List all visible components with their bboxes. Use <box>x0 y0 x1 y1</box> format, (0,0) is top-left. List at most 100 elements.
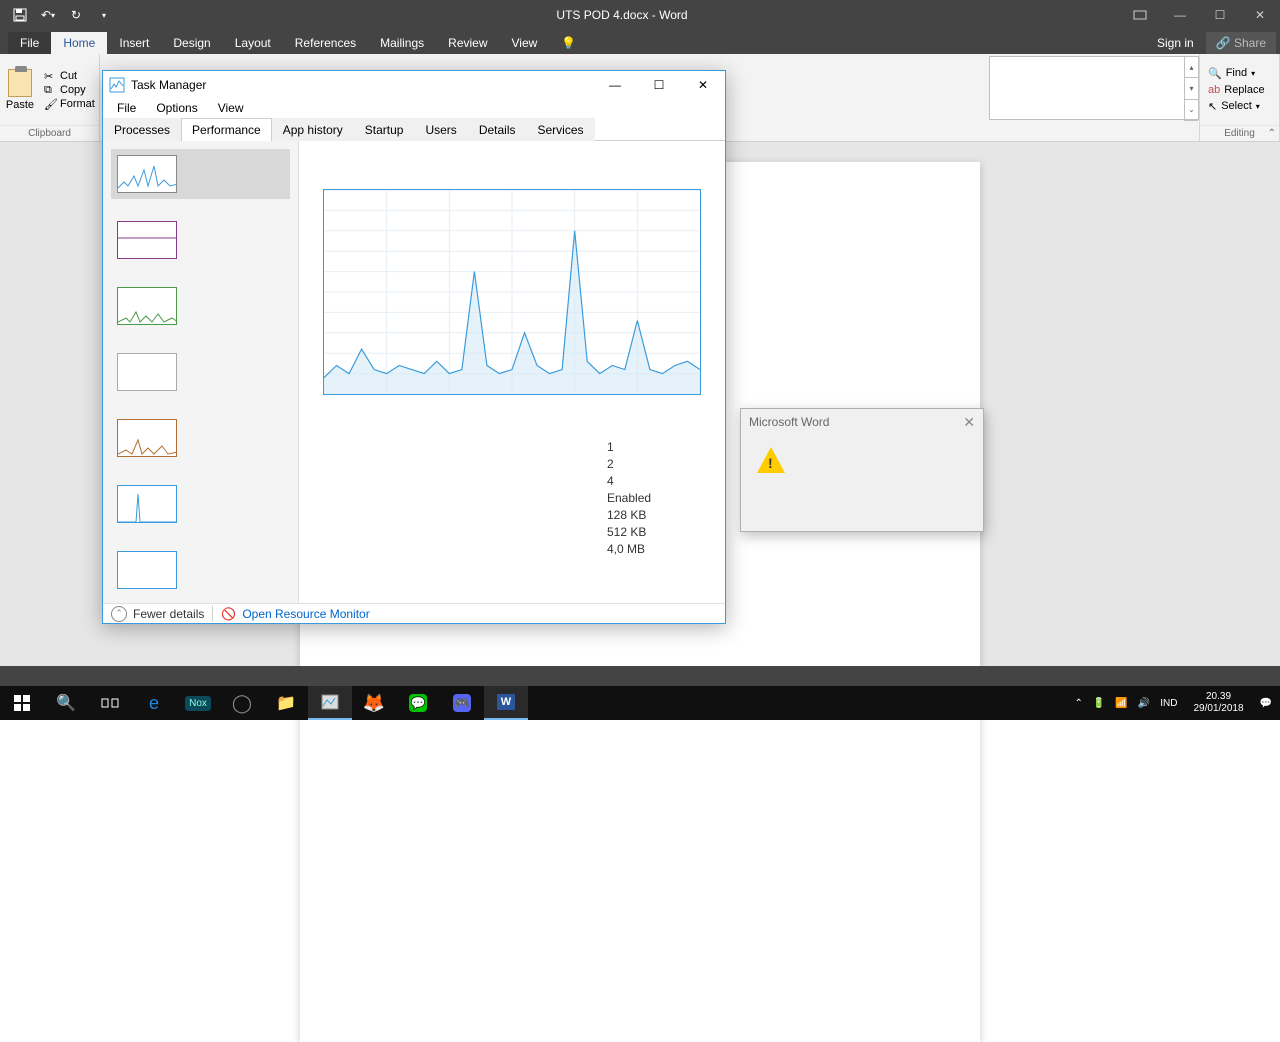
open-resource-monitor-link[interactable]: 🚫 Open Resource Monitor <box>221 607 369 621</box>
styles-more[interactable]: ⌄ <box>1185 100 1198 121</box>
copy-button[interactable]: ⧉Copy <box>44 84 95 96</box>
cut-button[interactable]: ✂Cut <box>44 70 95 82</box>
tm-minimize-button[interactable]: — <box>593 71 637 99</box>
tm-maximize-button[interactable]: ☐ <box>637 71 681 99</box>
minimize-button[interactable]: — <box>1160 0 1200 30</box>
tm-sidebar-disk[interactable] <box>111 281 290 331</box>
maximize-button[interactable]: ☐ <box>1200 0 1240 30</box>
tm-tab-startup[interactable]: Startup <box>354 118 415 141</box>
clock[interactable]: 20.39 29/01/2018 <box>1187 691 1249 715</box>
tm-sidebar-memory[interactable] <box>111 215 290 265</box>
tab-insert[interactable]: Insert <box>107 32 161 54</box>
tm-close-button[interactable]: ✕ <box>681 71 725 99</box>
tm-sidebar-ethernet[interactable] <box>111 347 290 397</box>
start-button[interactable] <box>0 686 44 720</box>
paste-icon <box>8 69 32 97</box>
share-button[interactable]: 🔗 Share <box>1206 32 1276 54</box>
taskbar-steam[interactable]: ◯ <box>220 686 264 720</box>
tab-home[interactable]: Home <box>51 32 107 54</box>
fewer-details-button[interactable]: ⌃ Fewer details <box>111 606 204 622</box>
volume-icon[interactable]: 🔊 <box>1138 698 1150 709</box>
search-icon: 🔍 <box>1208 67 1222 80</box>
wifi-icon[interactable]: 📶 <box>1115 698 1127 709</box>
tm-tab-performance[interactable]: Performance <box>181 118 272 141</box>
close-button[interactable]: ✕ <box>1240 0 1280 30</box>
tm-tab-app-history[interactable]: App history <box>272 118 354 141</box>
tab-view[interactable]: View <box>500 32 550 54</box>
taskbar-nox[interactable]: Nox <box>176 686 220 720</box>
taskbar-discord[interactable]: 🎮 <box>440 686 484 720</box>
taskbar-edge[interactable]: e <box>132 686 176 720</box>
tm-tab-services[interactable]: Services <box>527 118 595 141</box>
tm-tab-processes[interactable]: Processes <box>103 118 181 141</box>
sign-in-button[interactable]: Sign in <box>1145 32 1206 54</box>
stat-l3: 4,0 MB <box>607 541 651 558</box>
dialog-close-button[interactable]: ✕ <box>963 414 975 431</box>
task-manager-icon <box>109 77 125 93</box>
clock-time: 20.39 <box>1193 691 1243 703</box>
display-options-button[interactable] <box>1120 0 1160 30</box>
notifications-icon[interactable]: 💬 <box>1260 698 1272 709</box>
tray-expand-icon[interactable]: ⌃ <box>1075 698 1083 709</box>
styles-scroll-up[interactable]: ▴ <box>1185 57 1198 78</box>
stat-sockets: 1 <box>607 439 651 456</box>
find-button[interactable]: 🔍Find ▾ <box>1208 67 1271 80</box>
tell-me-button[interactable]: 💡 <box>549 32 588 54</box>
battery-icon[interactable]: 🔋 <box>1093 698 1105 709</box>
tab-file[interactable]: File <box>8 32 51 54</box>
language-indicator[interactable]: IND <box>1160 698 1177 709</box>
word-title-bar: ↶▾ ↻ ▾ UTS POD 4.docx - Word — ☐ ✕ <box>0 0 1280 30</box>
dialog-title: Microsoft Word <box>749 415 829 429</box>
tm-sidebar-gpu1[interactable] <box>111 479 290 529</box>
tab-review[interactable]: Review <box>436 32 499 54</box>
replace-button[interactable]: abReplace <box>1208 84 1271 96</box>
redo-button[interactable]: ↻ <box>64 3 88 27</box>
task-manager-title-bar[interactable]: Task Manager — ☐ ✕ <box>103 71 725 99</box>
clock-date: 29/01/2018 <box>1193 703 1243 715</box>
orm-label: Open Resource Monitor <box>242 607 369 621</box>
tm-sidebar-cpu[interactable] <box>111 149 290 199</box>
taskbar-word[interactable]: W <box>484 686 528 720</box>
styles-gallery[interactable]: ▴ ▾ ⌄ <box>989 56 1199 120</box>
tm-menu-view[interactable]: View <box>210 99 252 117</box>
select-button[interactable]: ↖Select ▾ <box>1208 100 1271 113</box>
search-button[interactable]: 🔍 <box>44 686 88 720</box>
styles-scroll-down[interactable]: ▾ <box>1185 78 1198 99</box>
task-manager-title: Task Manager <box>131 78 593 92</box>
taskbar-line[interactable]: 💬 <box>396 686 440 720</box>
stat-virt: Enabled <box>607 490 651 507</box>
paste-button[interactable]: Paste <box>0 54 40 125</box>
format-label: Format <box>60 98 95 110</box>
warning-icon <box>757 447 785 473</box>
stat-cores: 2 <box>607 456 651 473</box>
tm-menu-file[interactable]: File <box>109 99 144 117</box>
chevron-up-icon: ⌃ <box>111 606 127 622</box>
resource-monitor-icon: 🚫 <box>221 607 236 621</box>
brush-icon: 🖌 <box>44 98 56 110</box>
replace-icon: ab <box>1208 84 1220 96</box>
taskbar-task-manager[interactable] <box>308 686 352 720</box>
stat-l2: 512 KB <box>607 524 651 541</box>
taskbar-firefox[interactable]: 🦊 <box>352 686 396 720</box>
tab-layout[interactable]: Layout <box>223 32 283 54</box>
undo-button[interactable]: ↶▾ <box>36 3 60 27</box>
select-label: Select <box>1221 100 1252 112</box>
tm-sidebar-gpu2[interactable] <box>111 545 290 595</box>
tab-design[interactable]: Design <box>161 32 222 54</box>
tm-menu-options[interactable]: Options <box>148 99 205 117</box>
tm-sidebar-wifi[interactable] <box>111 413 290 463</box>
cpu-chart <box>323 189 701 395</box>
fewer-details-label: Fewer details <box>133 607 204 621</box>
taskbar-explorer[interactable]: 📁 <box>264 686 308 720</box>
format-painter-button[interactable]: 🖌 Format <box>44 98 95 110</box>
tm-tab-users[interactable]: Users <box>414 118 467 141</box>
tm-stats: 1 2 4 Enabled 128 KB 512 KB 4,0 MB <box>607 439 651 558</box>
qat-customize-button[interactable]: ▾ <box>92 3 116 27</box>
collapse-ribbon-button[interactable]: ⌃ <box>1268 128 1276 139</box>
tab-references[interactable]: References <box>283 32 368 54</box>
tm-tab-details[interactable]: Details <box>468 118 527 141</box>
task-view-button[interactable] <box>88 686 132 720</box>
task-manager-window: Task Manager — ☐ ✕ File Options View Pro… <box>102 70 726 624</box>
save-button[interactable] <box>8 3 32 27</box>
tab-mailings[interactable]: Mailings <box>368 32 436 54</box>
